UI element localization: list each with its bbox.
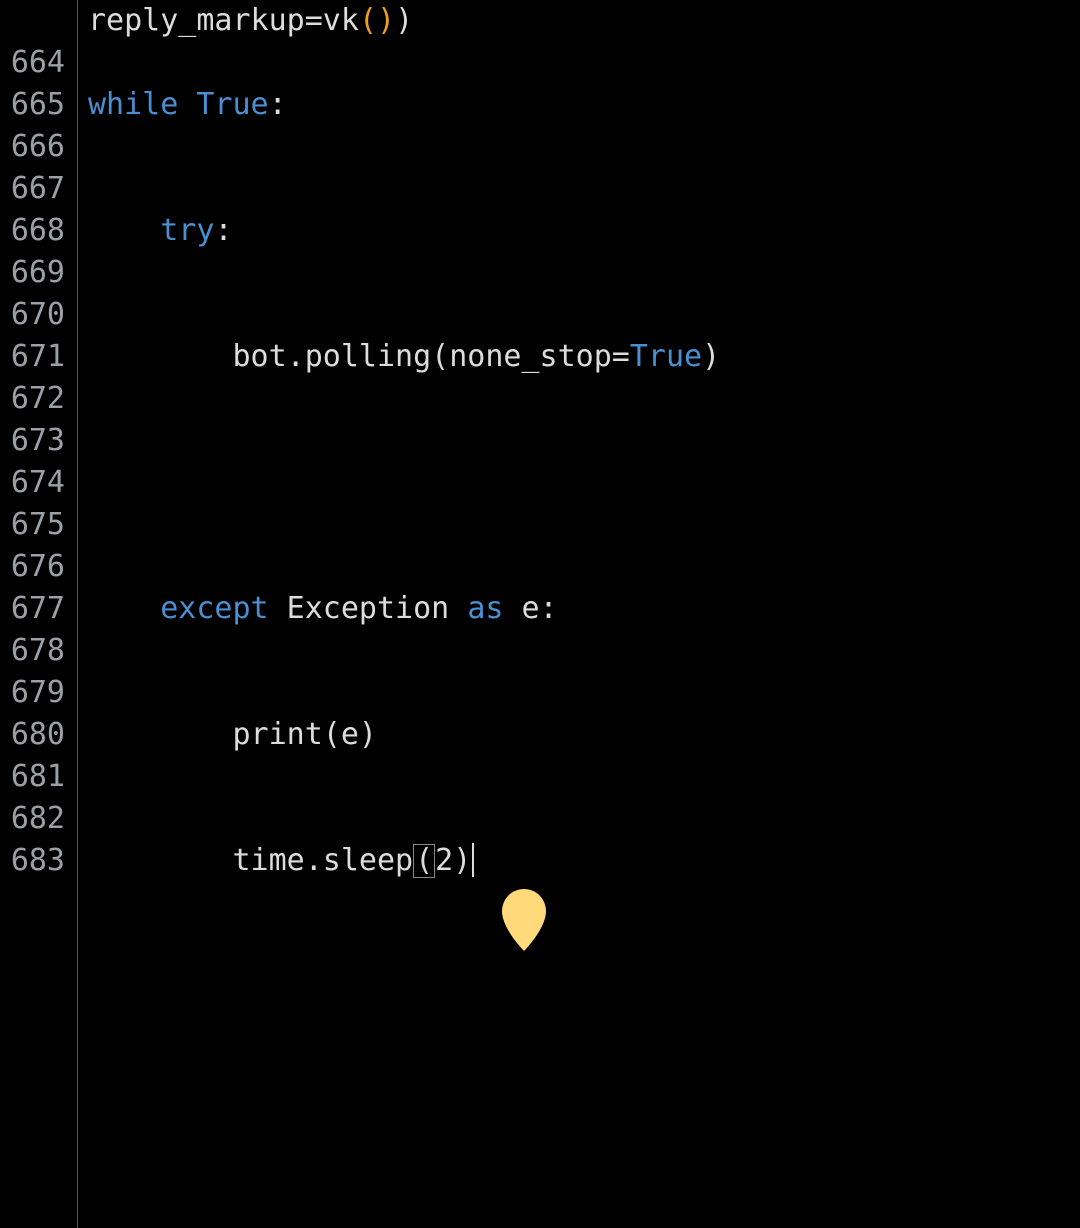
cursor-handle-icon[interactable] [498,887,550,951]
line-number: 676 [0,546,77,588]
code-line[interactable] [88,546,1080,588]
code-token: : [214,213,232,248]
code-line[interactable] [88,630,1080,672]
code-editor[interactable]: 6646656666676686696706716726736746756766… [0,0,1080,1228]
code-line[interactable] [88,168,1080,210]
code-token: bot.polling(none_stop= [88,339,630,374]
code-line[interactable]: reply_markup=vk()) [88,0,1080,42]
code-token: print(e) [88,717,377,752]
line-number: 665 [0,84,77,126]
code-token: as [467,591,503,626]
code-line[interactable] [88,420,1080,462]
line-number: 674 [0,462,77,504]
code-area[interactable]: reply_markup=vk())while True: try: bot.p… [78,0,1080,1228]
code-line[interactable] [88,462,1080,504]
line-number: 679 [0,672,77,714]
code-line[interactable]: bot.polling(none_stop=True) [88,336,1080,378]
code-line[interactable] [88,756,1080,798]
line-number: 664 [0,42,77,84]
line-number: 681 [0,756,77,798]
code-token: True [630,339,702,374]
code-token: time.sleep [88,843,413,878]
line-number: 675 [0,504,77,546]
code-token: ) [377,3,395,38]
code-line[interactable]: time.sleep(2) [88,840,1080,882]
code-line[interactable] [88,798,1080,840]
code-token: Exception [269,591,468,626]
line-number: 667 [0,168,77,210]
line-number: 671 [0,336,77,378]
line-number: 673 [0,420,77,462]
code-line[interactable] [88,294,1080,336]
code-line[interactable]: try: [88,210,1080,252]
code-token: True [196,87,268,122]
line-number: 666 [0,126,77,168]
matched-bracket: ( [413,844,435,878]
code-token: 2) [435,843,471,878]
code-line[interactable]: while True: [88,84,1080,126]
line-number-gutter: 6646656666676686696706716726736746756766… [0,0,78,1228]
code-token: try [160,213,214,248]
line-number: 682 [0,798,77,840]
line-number: 670 [0,294,77,336]
code-token: except [160,591,268,626]
code-line[interactable]: except Exception as e: [88,588,1080,630]
code-token [88,591,160,626]
code-line[interactable] [88,672,1080,714]
code-token: ( [359,3,377,38]
code-line[interactable] [88,504,1080,546]
code-line[interactable] [88,252,1080,294]
code-token [178,87,196,122]
line-number: 677 [0,588,77,630]
code-line[interactable] [88,42,1080,84]
line-number: 680 [0,714,77,756]
code-token [88,213,160,248]
code-token: reply_markup=vk [88,3,359,38]
code-token: : [269,87,287,122]
code-token: ) [702,339,720,374]
code-line[interactable] [88,378,1080,420]
line-number: 678 [0,630,77,672]
text-cursor [472,843,474,877]
line-number: 683 [0,840,77,882]
code-token: e: [503,591,557,626]
line-number: 668 [0,210,77,252]
line-number: 669 [0,252,77,294]
code-line[interactable]: print(e) [88,714,1080,756]
code-token: while [88,87,178,122]
code-token: ) [395,3,413,38]
code-line[interactable] [88,126,1080,168]
line-number: 672 [0,378,77,420]
line-number [0,0,77,42]
